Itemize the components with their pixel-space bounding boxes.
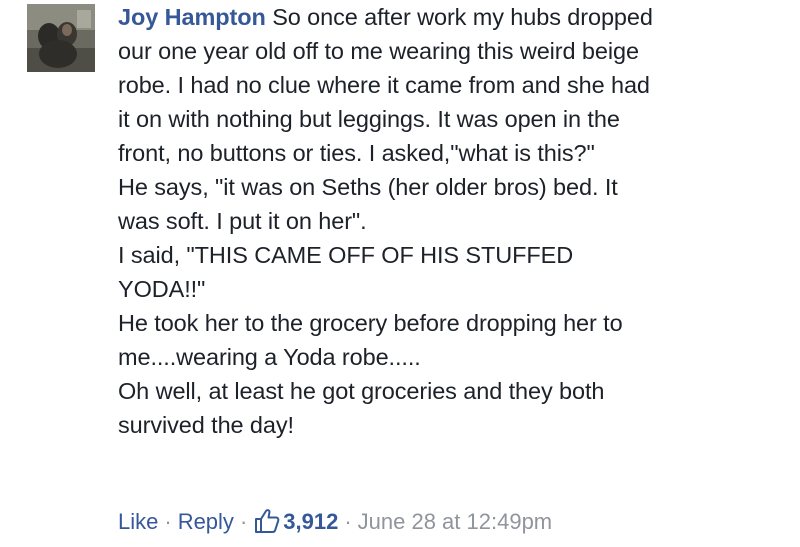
comment-line: it on with nothing but leggings. It was …: [118, 106, 620, 132]
avatar[interactable]: [27, 4, 95, 72]
separator: ·: [164, 509, 172, 534]
comment-line: me....wearing a Yoda robe.....: [118, 344, 421, 370]
avatar-image: [27, 4, 95, 72]
comment-text: So once after work my hubs dropped: [272, 4, 653, 30]
like-count[interactable]: 3,912: [283, 505, 338, 539]
comment-line: He says, "it was on Seths (her older bro…: [118, 174, 618, 200]
comment-line: was soft. I put it on her".: [118, 208, 367, 234]
comment-timestamp[interactable]: June 28 at 12:49pm: [358, 505, 552, 539]
comment-body: Joy Hampton So once after work my hubs d…: [118, 0, 788, 442]
like-button[interactable]: Like: [118, 505, 158, 539]
comment-line: front, no buttons or ties. I asked,"what…: [118, 140, 595, 166]
comment-line: survived the day!: [118, 412, 294, 438]
comment: Joy Hampton So once after work my hubs d…: [0, 0, 800, 547]
comment-line: robe. I had no clue where it came from a…: [118, 72, 650, 98]
comment-actions: Like · Reply · 3,912 · June 28 at 12:49p…: [118, 505, 552, 539]
comment-line: Oh well, at least he got groceries and t…: [118, 378, 605, 404]
comment-author[interactable]: Joy Hampton: [118, 4, 266, 30]
comment-line: I said, "THIS CAME OFF OF HIS STUFFED: [118, 242, 574, 268]
comment-line: our one year old off to me wearing this …: [118, 38, 639, 64]
separator: ·: [344, 509, 352, 534]
comment-line: YODA!!": [118, 276, 206, 302]
comment-line: Joy Hampton So once after work my hubs d…: [118, 0, 788, 34]
separator: ·: [239, 509, 248, 534]
thumbs-up-icon[interactable]: [253, 507, 281, 535]
comment-line: He took her to the grocery before droppi…: [118, 310, 623, 336]
reply-button[interactable]: Reply: [178, 505, 234, 539]
